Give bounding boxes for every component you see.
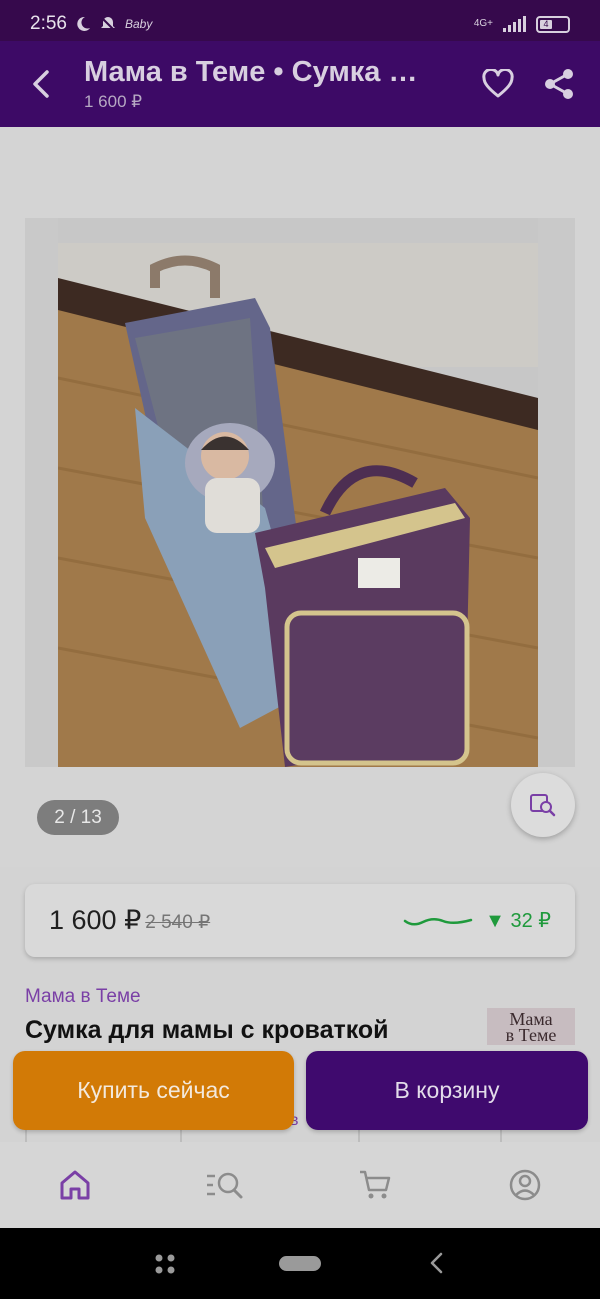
baby-app-icon: Baby — [124, 17, 153, 31]
brand-logo[interactable]: Мама в Теме — [487, 1008, 575, 1045]
system-nav-bar — [0, 1228, 600, 1299]
back-button[interactable] — [0, 69, 84, 99]
price-drop: ▼ 32 ₽ — [485, 910, 551, 932]
share-icon[interactable] — [542, 67, 576, 101]
bottom-tab-bar — [0, 1142, 600, 1228]
battery-icon: 4 — [536, 15, 570, 33]
product-photo-illustration — [25, 218, 575, 767]
brand-name[interactable]: Мама в Теме — [25, 986, 141, 1008]
apps-icon[interactable] — [154, 1253, 176, 1275]
heart-icon[interactable] — [482, 69, 514, 99]
notifications-muted-icon — [100, 16, 116, 32]
status-time: 2:56 — [30, 13, 67, 34]
page-subtitle-price: 1 600 ₽ — [84, 92, 143, 111]
tab-home[interactable] — [45, 1155, 105, 1215]
add-to-cart-button[interactable]: В корзину — [306, 1051, 588, 1130]
image-search-icon — [530, 794, 556, 817]
tab-catalog[interactable] — [195, 1155, 255, 1215]
product-name: Сумка для мамы с кроваткой — [25, 1016, 389, 1044]
status-icons: Baby — [75, 15, 152, 33]
battery-level: 4 — [540, 19, 552, 29]
price-trend-sparkline — [403, 917, 473, 925]
home-pill-icon[interactable] — [279, 1256, 321, 1271]
buy-now-button[interactable]: Купить сейчас — [13, 1051, 294, 1130]
network-type: 4G+ — [473, 18, 493, 29]
app-bar: Мама в Теме • Сумка для мамы с кроваткой… — [0, 41, 600, 127]
catalog-search-icon — [207, 1172, 243, 1199]
page-title: Мама в Теме • Сумка для мамы с кроваткой — [84, 56, 419, 88]
gallery-counter: 2 / 13 — [37, 800, 119, 835]
back-arrow-icon — [33, 70, 49, 98]
tab-cart[interactable] — [345, 1155, 405, 1215]
product-gallery[interactable]: 2 / 13 — [0, 127, 600, 867]
product-photo[interactable] — [25, 218, 575, 767]
image-search-button[interactable] — [511, 773, 575, 837]
home-icon — [60, 1170, 90, 1200]
old-price: 2 540 ₽ — [145, 911, 211, 933]
current-price: 1 600 ₽ — [49, 905, 142, 935]
moon-icon — [77, 16, 90, 31]
signal-icon — [503, 16, 526, 32]
tab-profile[interactable] — [495, 1155, 555, 1215]
price-card[interactable]: 1 600 ₽ 2 540 ₽ ▼ 32 ₽ — [25, 884, 575, 957]
back-nav-icon[interactable] — [428, 1251, 444, 1275]
brand-logo-line2: в Теме — [505, 1025, 557, 1045]
profile-icon — [509, 1169, 541, 1201]
cart-icon — [360, 1170, 391, 1199]
